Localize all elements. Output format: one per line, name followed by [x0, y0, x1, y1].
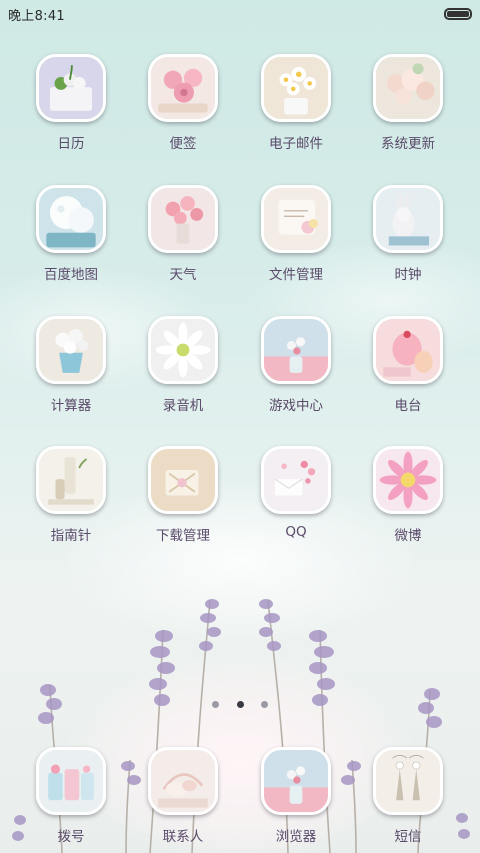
- qq-icon[interactable]: [261, 446, 331, 514]
- app-email[interactable]: 电子邮件: [241, 54, 351, 152]
- weather-icon[interactable]: [148, 185, 218, 253]
- download-manager-icon[interactable]: [148, 446, 218, 514]
- battery-icon: [444, 8, 472, 20]
- app-contacts[interactable]: 联系人: [128, 747, 238, 845]
- app-phone-dialer[interactable]: 拨号: [16, 747, 126, 845]
- app-clock[interactable]: 时钟: [353, 185, 463, 283]
- page-dot[interactable]: [261, 700, 268, 708]
- clock-icon[interactable]: [373, 185, 443, 253]
- app-weather[interactable]: 天气: [128, 185, 238, 283]
- app-label: 微博: [394, 528, 422, 544]
- app-label: 下载管理: [156, 528, 210, 544]
- compass-icon[interactable]: [36, 446, 106, 514]
- app-label: 文件管理: [269, 267, 323, 283]
- app-download-manager[interactable]: 下载管理: [128, 446, 238, 544]
- app-calculator[interactable]: 计算器: [16, 316, 126, 414]
- page-indicator: [212, 699, 268, 709]
- app-label: 电台: [394, 398, 422, 414]
- app-label: 电子邮件: [269, 136, 323, 152]
- system-update-icon[interactable]: [373, 54, 443, 122]
- app-label: 短信: [394, 829, 422, 845]
- game-center-icon[interactable]: [261, 316, 331, 384]
- app-label: 天气: [169, 267, 197, 283]
- app-browser[interactable]: 浏览器: [241, 747, 351, 845]
- app-label: 计算器: [50, 398, 92, 414]
- browser-icon[interactable]: [261, 747, 331, 815]
- app-compass[interactable]: 指南针: [16, 446, 126, 544]
- page-dot[interactable]: [212, 700, 219, 708]
- app-label: 指南针: [50, 528, 92, 544]
- app-weibo[interactable]: 微博: [353, 446, 463, 544]
- messages-icon[interactable]: [373, 747, 443, 815]
- app-file-manager[interactable]: 文件管理: [241, 185, 351, 283]
- app-label: 游戏中心: [269, 398, 323, 414]
- notes-icon[interactable]: [148, 54, 218, 122]
- contacts-icon[interactable]: [148, 747, 218, 815]
- app-label: 联系人: [162, 829, 204, 845]
- battery-level: [447, 11, 469, 17]
- app-label: 时钟: [394, 267, 422, 283]
- app-radio[interactable]: 电台: [353, 316, 463, 414]
- app-recorder[interactable]: 录音机: [128, 316, 238, 414]
- app-qq[interactable]: QQ: [241, 446, 351, 540]
- page-dot[interactable]: [236, 700, 244, 708]
- app-label: 拨号: [57, 829, 85, 845]
- weibo-icon[interactable]: [373, 446, 443, 514]
- calendar-icon[interactable]: [36, 54, 106, 122]
- app-system-update[interactable]: 系统更新: [353, 54, 463, 152]
- app-label: QQ: [285, 524, 307, 540]
- app-calendar[interactable]: 日历: [16, 54, 126, 152]
- phone-dialer-icon[interactable]: [36, 747, 106, 815]
- app-game-center[interactable]: 游戏中心: [241, 316, 351, 414]
- email-icon[interactable]: [261, 54, 331, 122]
- status-bar: 晚上8:41: [0, 0, 480, 28]
- app-label: 录音机: [162, 398, 204, 414]
- app-baidu-map[interactable]: 百度地图: [16, 185, 126, 283]
- baidu-map-icon[interactable]: [36, 185, 106, 253]
- app-messages[interactable]: 短信: [353, 747, 463, 845]
- calculator-icon[interactable]: [36, 316, 106, 384]
- file-manager-icon[interactable]: [261, 185, 331, 253]
- app-label: 便签: [169, 136, 197, 152]
- radio-icon[interactable]: [373, 316, 443, 384]
- app-label: 系统更新: [381, 136, 435, 152]
- app-notes[interactable]: 便签: [128, 54, 238, 152]
- app-label: 日历: [57, 136, 85, 152]
- status-time: 晚上8:41: [8, 8, 65, 24]
- app-label: 浏览器: [275, 829, 317, 845]
- app-label: 百度地图: [44, 267, 98, 283]
- recorder-icon[interactable]: [148, 316, 218, 384]
